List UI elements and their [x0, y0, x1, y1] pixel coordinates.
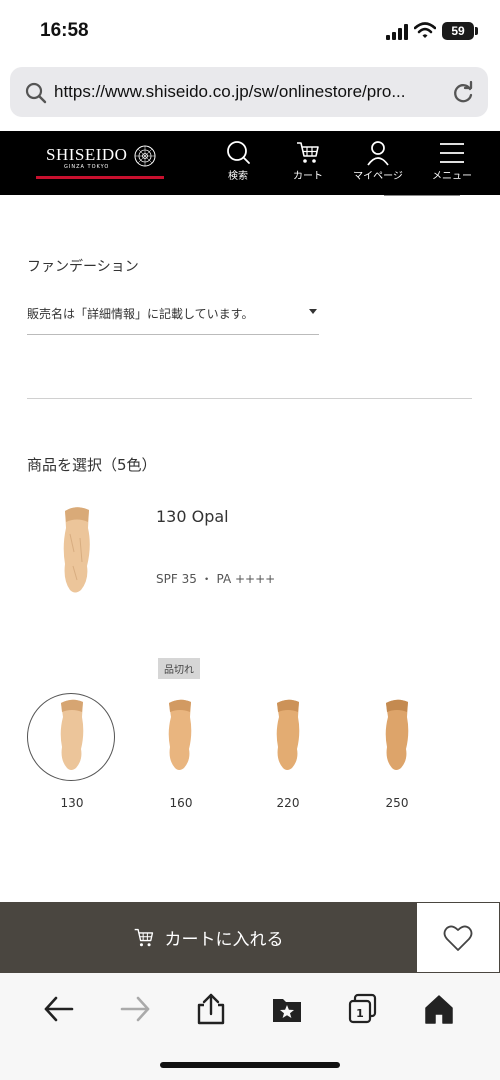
cart-icon	[134, 928, 153, 946]
shade-label-160[interactable]: 160	[151, 796, 211, 810]
shade-swatch-250[interactable]	[381, 697, 413, 773]
header-menu-label: メニュー	[432, 171, 472, 182]
product-swatch-image	[63, 507, 90, 593]
home-icon[interactable]	[422, 992, 456, 1026]
shade-swatch-220[interactable]	[272, 697, 304, 773]
shade-label-250[interactable]: 250	[367, 796, 427, 810]
selected-product-name: 130 Opal	[156, 507, 229, 526]
camellia-emblem-icon	[134, 145, 156, 167]
sold-out-badge: 品切れ	[158, 658, 200, 679]
battery-indicator: 59	[442, 22, 474, 40]
choose-product-title: 商品を選択（5色）	[27, 456, 157, 474]
product-spf-spec: SPF 35 ・ PA ++++	[156, 572, 276, 586]
home-indicator	[160, 1062, 340, 1068]
logo-accent-line	[36, 176, 164, 179]
add-to-cart-label: カートに入れる	[164, 930, 284, 950]
share-icon[interactable]	[194, 992, 228, 1026]
back-icon[interactable]	[42, 992, 76, 1026]
menu-icon	[440, 143, 464, 163]
header-search-label: 検索	[228, 171, 248, 182]
shade-swatch-130[interactable]	[56, 697, 88, 773]
sales-name-select-value[interactable]: 販売名は「詳細情報」に記載しています。	[27, 305, 253, 322]
tab-count: 1	[356, 1007, 364, 1020]
url-text[interactable]: https://www.shiseido.co.jp/sw/onlinestor…	[54, 82, 446, 102]
wifi-icon	[414, 22, 436, 38]
brand-logo[interactable]: SHISEIDO	[46, 145, 127, 165]
header-mypage-label: マイページ	[353, 171, 403, 182]
header-search-button[interactable]: 検索	[206, 137, 270, 189]
search-icon	[227, 141, 250, 164]
header-cart-button[interactable]: カート	[276, 137, 340, 189]
bookmarks-icon[interactable]	[270, 992, 304, 1026]
cellular-signal-icon	[386, 24, 408, 40]
tabs-icon[interactable]: 1	[346, 992, 380, 1026]
heart-icon	[443, 925, 473, 951]
category-label: ファンデーション	[27, 259, 139, 275]
reload-icon[interactable]	[450, 80, 476, 106]
brand-logo-subtitle: GINZA TOKYO	[64, 164, 110, 170]
scrolled-link-underline	[384, 195, 460, 196]
add-to-cart-button[interactable]: カートに入れる	[0, 902, 416, 973]
header-cart-label: カート	[293, 171, 323, 182]
status-time: 16:58	[40, 20, 89, 41]
user-icon	[367, 141, 389, 166]
forward-icon[interactable]	[118, 992, 152, 1026]
header-menu-button[interactable]: メニュー	[420, 137, 484, 189]
header-mypage-button[interactable]: マイページ	[346, 137, 410, 189]
cart-icon	[297, 142, 319, 163]
chevron-down-icon[interactable]	[309, 309, 317, 314]
shade-label-220[interactable]: 220	[258, 796, 318, 810]
battery-tip	[475, 27, 478, 35]
shade-label-130[interactable]: 130	[42, 796, 102, 810]
favorite-button[interactable]	[416, 902, 500, 973]
section-divider	[27, 398, 472, 399]
search-icon	[25, 82, 47, 104]
shade-swatch-160[interactable]	[164, 697, 196, 773]
